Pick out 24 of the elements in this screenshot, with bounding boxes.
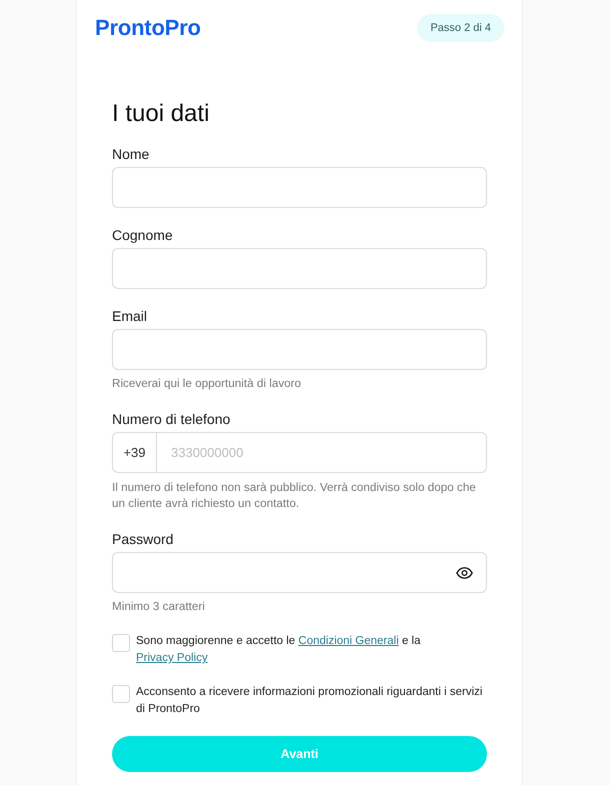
text-link[interactable]: Condizioni Generali <box>298 635 399 647</box>
checkbox[interactable] <box>112 684 130 702</box>
text-input[interactable] <box>112 248 487 289</box>
form-title: I tuoi dati <box>112 100 210 128</box>
hint-text: Minimo 3 caratteri <box>112 599 206 615</box>
checkbox[interactable] <box>112 634 130 652</box>
field-label: Numero di telefono <box>112 412 232 427</box>
field-label: Nome <box>112 147 150 162</box>
country-code-prefix: +39 <box>112 432 157 473</box>
text-input[interactable] <box>112 329 487 370</box>
text-link[interactable]: Privacy Policy <box>136 652 208 664</box>
text-input[interactable] <box>112 167 487 208</box>
phone-input[interactable]: 3330000000 <box>157 432 487 473</box>
hint-text: Il numero di telefono non sarà pubblico. Verrà condiviso solo dopo che un cliente avrà richiesto un contatto. <box>112 480 477 512</box>
hint-text: Riceverai qui le opportunità di lavoro <box>112 376 302 392</box>
field-label: Email <box>112 309 148 324</box>
field-label: Cognome <box>112 228 174 243</box>
logo[interactable]: ProntoPro <box>95 14 201 42</box>
consent-text: Acconsento a ricevere informazioni promozionali riguardanti i servizi di ProntoPro <box>136 685 484 717</box>
password-field[interactable] <box>112 552 487 593</box>
field-label: Password <box>112 532 174 547</box>
step-badge: Passo 2 di 4 <box>417 14 504 42</box>
eye-icon[interactable] <box>456 566 473 578</box>
consent-text: Sono maggiorenne e accetto le Condizioni Generali e la Privacy Policy <box>136 634 422 666</box>
